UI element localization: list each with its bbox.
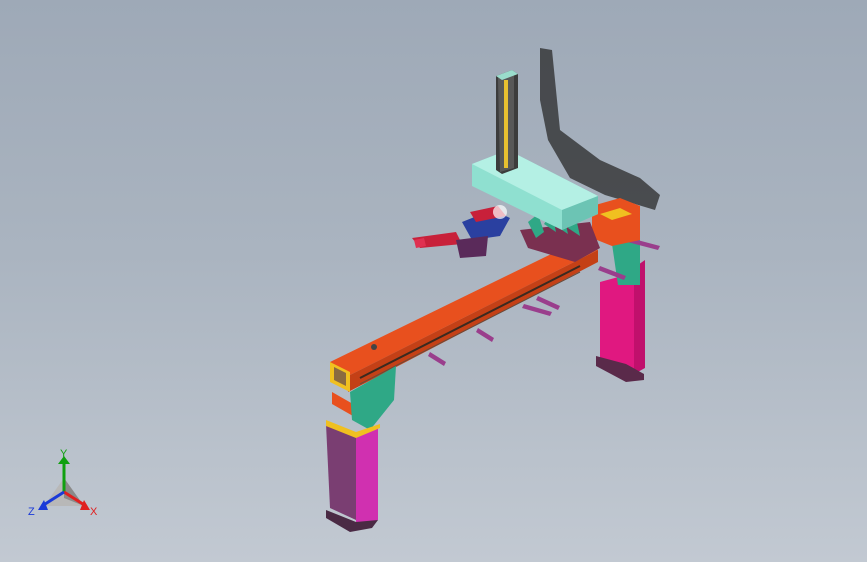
vertical-column[interactable] bbox=[496, 70, 518, 174]
gantry-robot-model[interactable] bbox=[0, 0, 867, 562]
cad-viewport[interactable]: Y X Z bbox=[0, 0, 867, 562]
horizontal-beam[interactable] bbox=[330, 240, 598, 392]
coordinate-triad: Y X Z bbox=[28, 448, 98, 518]
beam-end-block[interactable] bbox=[592, 198, 640, 246]
z-axis-label: Z bbox=[28, 506, 35, 518]
right-leg[interactable] bbox=[596, 236, 645, 382]
y-axis-label: Y bbox=[60, 448, 68, 460]
end-effector[interactable] bbox=[412, 205, 510, 258]
x-axis-label: X bbox=[90, 506, 98, 518]
left-leg[interactable] bbox=[326, 366, 396, 532]
